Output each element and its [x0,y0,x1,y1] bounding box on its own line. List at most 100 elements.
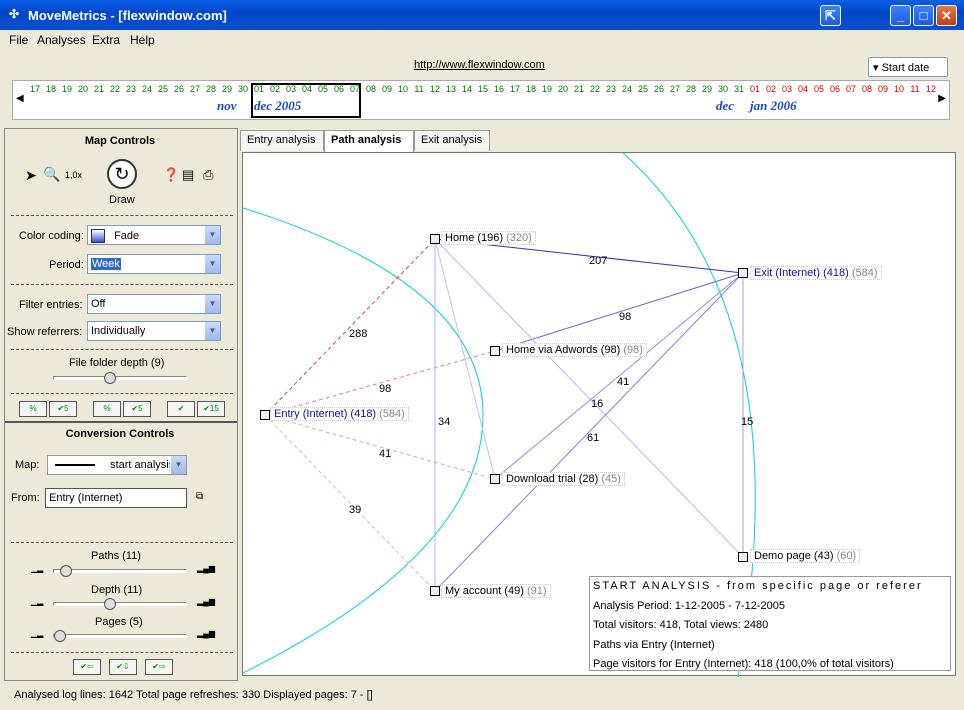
timeline-day[interactable]: 25 [155,84,171,94]
zoom-icon[interactable]: 🔍 [43,166,60,183]
node-marker[interactable] [260,410,270,420]
filter-button-6[interactable]: ✔15 [197,401,225,417]
start-date-button[interactable]: ▾ Start date [868,57,948,77]
save-icon[interactable]: ▤ [182,167,194,183]
pointer-icon[interactable]: ➤ [25,167,37,184]
timeline-day[interactable]: 30 [235,84,251,94]
path-map-canvas[interactable]: 207 288 98 98 41 34 16 61 41 15 39 Home … [242,152,956,677]
timeline-day[interactable]: 23 [603,84,619,94]
filter-entries-select[interactable]: Off ▼ [87,294,221,314]
help-icon[interactable]: ❓ [163,167,179,183]
tab-entry-analysis[interactable]: Entry analysis [240,130,324,151]
timeline-day[interactable]: 28 [203,84,219,94]
menu-extra[interactable]: Extra [92,33,120,47]
timeline-day[interactable]: 17 [27,84,43,94]
timeline[interactable]: ◀ ▶ 17 18 19 20 21 22 23 24 25 26 27 28 29 30 01 02 03 04… [12,80,950,120]
timeline-day[interactable]: 05 [811,84,827,94]
timeline-day[interactable]: 20 [555,84,571,94]
timeline-day[interactable]: 19 [59,84,75,94]
from-field[interactable]: Entry (Internet) [45,488,187,508]
timeline-day[interactable]: 12 [427,84,443,94]
color-coding-select[interactable]: Fade ▼ [87,225,221,245]
timeline-day[interactable]: 22 [587,84,603,94]
timeline-day[interactable]: 02 [763,84,779,94]
node-my-account[interactable]: My account (49) (91) [441,584,551,598]
node-marker[interactable] [490,346,500,356]
timeline-day[interactable]: 06 [827,84,843,94]
timeline-day[interactable]: 30 [715,84,731,94]
timeline-day[interactable]: 26 [171,84,187,94]
timeline-day[interactable]: 29 [219,84,235,94]
filter-button-1[interactable]: % [19,401,47,417]
timeline-day[interactable]: 03 [779,84,795,94]
timeline-day[interactable]: 31 [731,84,747,94]
depth-slider[interactable] [53,598,187,610]
filter-button-3[interactable]: % [93,401,121,417]
menu-file[interactable]: File [9,33,28,47]
timeline-left-arrow-icon[interactable]: ◀ [16,93,24,104]
slider-thumb[interactable] [60,565,72,577]
map-select[interactable]: start analysis ▼ [47,455,187,475]
node-home[interactable]: Home (196) (320) [441,231,536,245]
timeline-day[interactable]: 08 [363,84,379,94]
filter-button-4[interactable]: ✔5 [123,401,151,417]
tab-exit-analysis[interactable]: Exit analysis [414,130,490,151]
timeline-day[interactable]: 21 [91,84,107,94]
timeline-day[interactable]: 20 [75,84,91,94]
site-url-link[interactable]: http://www.flexwindow.com [414,59,545,71]
node-download-trial[interactable]: Download trial (28) (45) [502,472,625,486]
restore-app-icon[interactable]: ⇱ [820,5,841,26]
paths-slider[interactable] [53,565,187,577]
down-check-button[interactable]: ✔⇩ [109,659,137,675]
period-select[interactable]: Week ▼ [87,254,221,274]
slider-thumb[interactable] [104,372,116,384]
timeline-day[interactable]: 21 [571,84,587,94]
node-marker[interactable] [490,474,500,484]
timeline-day[interactable]: 10 [395,84,411,94]
timeline-day[interactable]: 10 [891,84,907,94]
timeline-right-arrow-icon[interactable]: ▶ [938,93,946,104]
pick-page-icon[interactable]: ⧉ [196,491,203,502]
timeline-day[interactable]: 24 [619,84,635,94]
timeline-day[interactable]: 09 [875,84,891,94]
timeline-day[interactable]: 13 [443,84,459,94]
menu-analyses[interactable]: Analyses [37,33,86,47]
timeline-day[interactable]: 22 [107,84,123,94]
node-marker[interactable] [430,586,440,596]
tab-path-analysis[interactable]: Path analysis [324,130,414,153]
minimize-button[interactable]: _ [890,5,911,26]
back-check-button[interactable]: ✔⇦ [73,659,101,675]
timeline-day[interactable]: 12 [923,84,939,94]
timeline-day[interactable]: 18 [523,84,539,94]
timeline-day[interactable]: 09 [379,84,395,94]
maximize-button[interactable]: □ [913,5,934,26]
slider-thumb[interactable] [54,630,66,642]
timeline-day[interactable]: 01 [747,84,763,94]
node-entry-internet[interactable]: Entry (Internet) (418) (584) [270,407,409,421]
timeline-day[interactable]: 25 [635,84,651,94]
menu-help[interactable]: Help [130,33,155,47]
timeline-day[interactable]: 27 [187,84,203,94]
pages-slider[interactable] [53,630,187,642]
timeline-selection[interactable] [251,83,361,118]
node-marker[interactable] [738,552,748,562]
filter-button-2[interactable]: ✔5 [49,401,77,417]
node-home-via-adwords[interactable]: Home via Adwords (98) (98) [502,343,647,357]
timeline-day[interactable]: 29 [699,84,715,94]
timeline-day[interactable]: 28 [683,84,699,94]
timeline-day[interactable]: 16 [491,84,507,94]
node-marker[interactable] [430,234,440,244]
print-icon[interactable]: ⎙ [203,167,213,183]
timeline-day[interactable]: 23 [123,84,139,94]
timeline-day[interactable]: 15 [475,84,491,94]
node-exit-internet[interactable]: Exit (Internet) (418) (584) [750,266,882,280]
timeline-day[interactable]: 07 [843,84,859,94]
timeline-day[interactable]: 18 [43,84,59,94]
show-referrers-select[interactable]: Individually ▼ [87,321,221,341]
draw-icon[interactable]: ↻ [107,159,137,189]
slider-thumb[interactable] [104,598,116,610]
timeline-day[interactable]: 11 [907,84,923,94]
timeline-day[interactable]: 26 [651,84,667,94]
timeline-day[interactable]: 08 [859,84,875,94]
close-button[interactable]: ✕ [936,5,957,26]
